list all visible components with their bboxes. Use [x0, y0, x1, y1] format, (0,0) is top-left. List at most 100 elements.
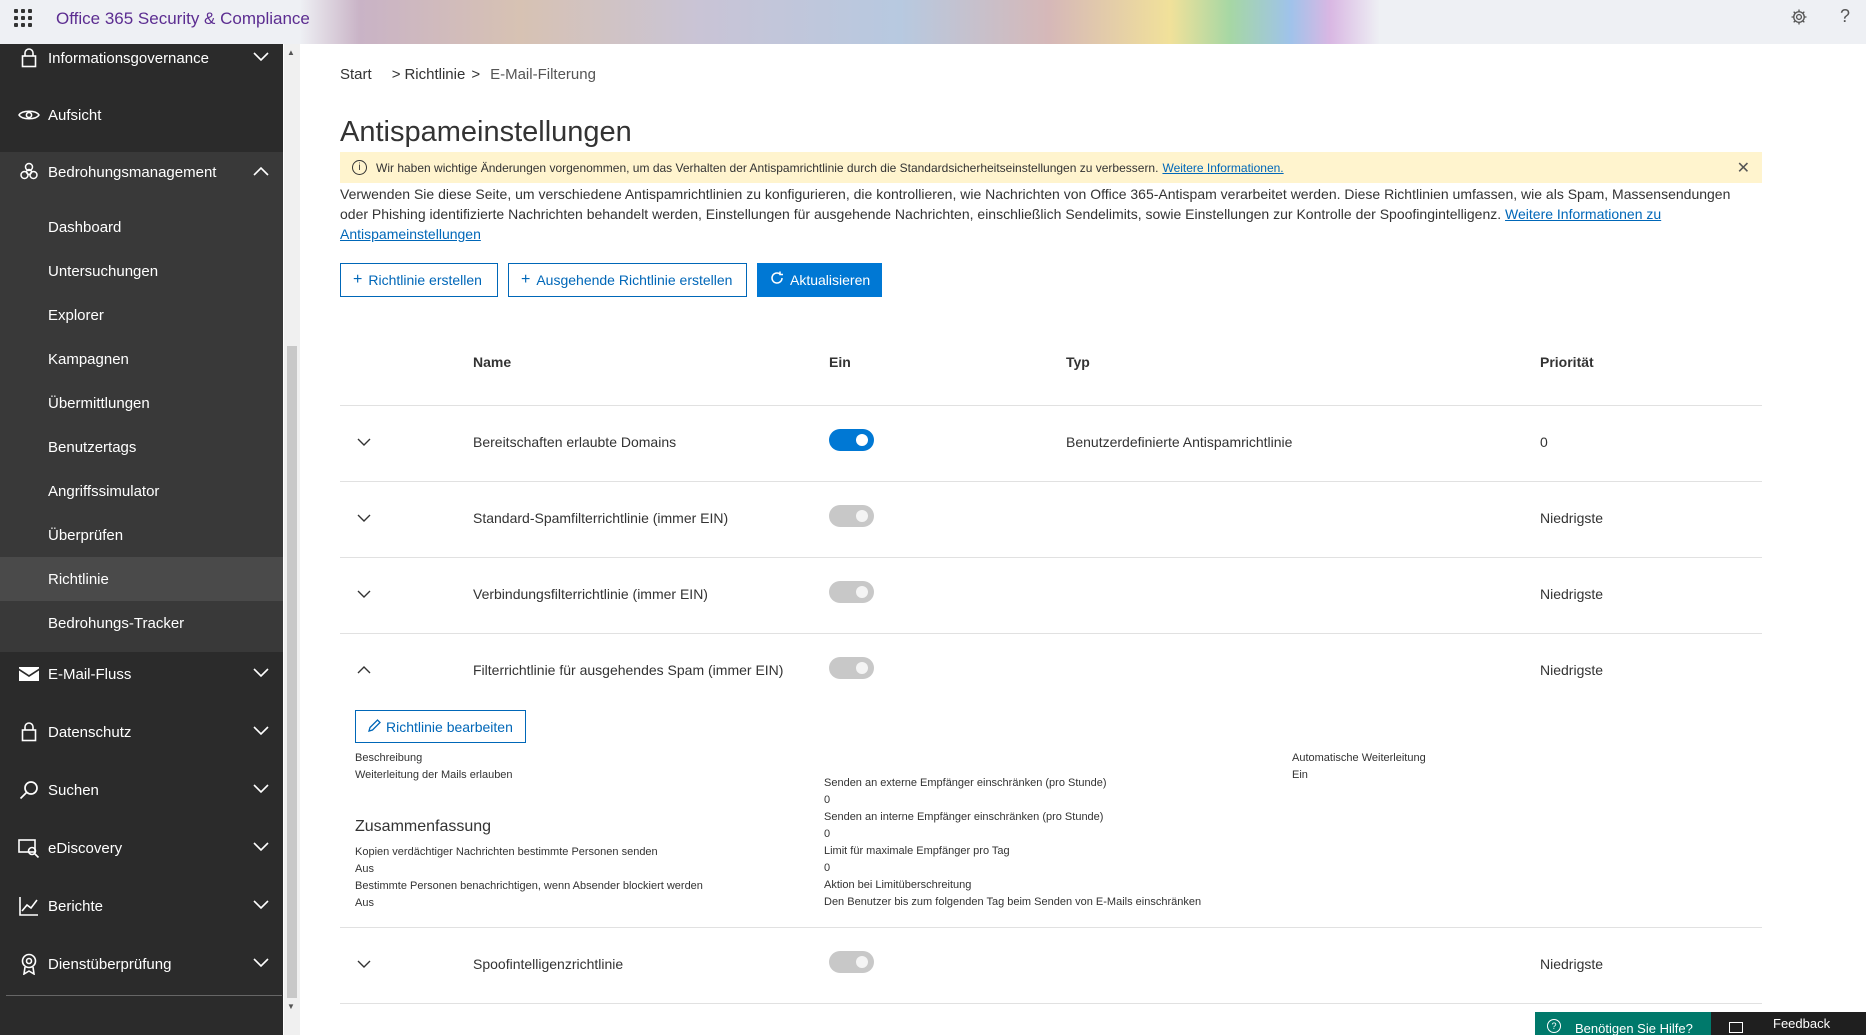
- table-row[interactable]: Standard-Spamfilterrichtlinie (immer EIN…: [340, 482, 1762, 558]
- column-header-on[interactable]: Ein: [829, 354, 851, 370]
- sidebar-item-data-privacy[interactable]: Datenschutz: [0, 704, 283, 760]
- chevron-down-icon[interactable]: [354, 954, 374, 974]
- scroll-thumb[interactable]: [287, 346, 297, 998]
- app-title[interactable]: Office 365 Security & Compliance: [56, 9, 310, 29]
- external-limit-value: 0: [824, 794, 831, 806]
- sidebar-item-campaigns[interactable]: Kampagnen: [0, 337, 283, 381]
- edit-policy-button[interactable]: Richtlinie bearbeiten: [355, 710, 526, 743]
- sidebar-item-threat-tracker[interactable]: Bedrohungs-Tracker: [0, 601, 283, 645]
- sidebar-item-review[interactable]: Überprüfen: [0, 513, 283, 557]
- description-value: Weiterleitung der Mails erlauben: [355, 769, 513, 781]
- sidebar: Informationsgovernance Aufsicht Bedrohun…: [0, 44, 283, 1035]
- policy-toggle[interactable]: [829, 951, 874, 973]
- sidebar-item-user-tags[interactable]: Benutzertags: [0, 425, 283, 469]
- copy-value: Aus: [355, 863, 374, 875]
- internal-limit-label: Senden an interne Empfänger einschränken…: [824, 811, 1104, 823]
- chevron-down-icon[interactable]: [354, 584, 374, 604]
- scroll-up-icon[interactable]: ▲: [287, 48, 295, 57]
- action-label: Aktion bei Limitüberschreitung: [824, 879, 972, 891]
- chevron-down-icon: [253, 665, 269, 682]
- table-header: Name Ein Typ Priorität: [340, 346, 1762, 406]
- sidebar-item-service-assurance[interactable]: Dienstüberprüfung: [0, 936, 283, 992]
- scroll-down-icon[interactable]: ▼: [287, 1002, 295, 1011]
- lock-icon: [18, 47, 40, 69]
- chevron-down-icon: [253, 955, 269, 972]
- page-title: Antispameinstellungen: [340, 116, 632, 148]
- chevron-down-icon[interactable]: [354, 508, 374, 528]
- policy-priority: 0: [1540, 434, 1548, 450]
- feedback-icon: [1729, 1022, 1743, 1033]
- question-icon: ?: [1547, 1019, 1561, 1033]
- gear-icon[interactable]: [1790, 8, 1808, 32]
- sidebar-item-reports[interactable]: Berichte: [0, 878, 283, 934]
- app-launcher-icon[interactable]: [14, 9, 32, 27]
- sidebar-item-attack-simulator[interactable]: Angriffssimulator: [0, 469, 283, 513]
- chevron-up-icon[interactable]: [354, 660, 374, 680]
- notify-label: Bestimmte Personen benachrichtigen, wenn…: [355, 880, 703, 892]
- sidebar-item-dashboard[interactable]: Dashboard: [0, 205, 283, 249]
- external-limit-label: Senden an externe Empfänger einschränken…: [824, 777, 1107, 789]
- mail-icon: [18, 663, 40, 685]
- close-icon[interactable]: ✕: [1737, 158, 1750, 178]
- policy-priority: Niedrigste: [1540, 586, 1604, 602]
- table-row[interactable]: Bereitschaften erlaubte Domains Benutzer…: [340, 406, 1762, 482]
- policy-toggle[interactable]: [829, 657, 874, 679]
- banner-text: Wir haben wichtige Änderungen vorgenomme…: [376, 160, 1159, 175]
- pencil-icon: [368, 718, 381, 735]
- breadcrumb-separator: >: [391, 66, 401, 83]
- policy-name: Spoofintelligenzrichtlinie: [473, 956, 624, 972]
- feedback-button[interactable]: Feedback: [1711, 1012, 1866, 1035]
- breadcrumb-policy[interactable]: Richtlinie: [404, 66, 465, 83]
- row-divider: [340, 1003, 1762, 1004]
- notify-value: Aus: [355, 897, 374, 909]
- sidebar-item-mail-flow[interactable]: E-Mail-Fluss: [0, 646, 283, 702]
- chevron-down-icon: [253, 781, 269, 798]
- chevron-down-icon: [253, 49, 269, 66]
- chevron-down-icon[interactable]: [354, 432, 374, 452]
- refresh-button[interactable]: Aktualisieren: [757, 263, 882, 297]
- policy-priority: Niedrigste: [1540, 956, 1604, 972]
- sidebar-item-supervision[interactable]: Aufsicht: [0, 87, 283, 143]
- sidebar-scrollbar[interactable]: ▲ ▼: [284, 44, 300, 1035]
- sidebar-item-information-governance[interactable]: Informationsgovernance: [0, 44, 283, 86]
- ribbon-icon: [18, 953, 40, 975]
- table-row[interactable]: Verbindungsfilterrichtlinie (immer EIN) …: [340, 558, 1762, 634]
- column-header-name[interactable]: Name: [473, 354, 511, 370]
- ediscovery-icon: [18, 837, 40, 859]
- banner-link[interactable]: Weitere Informationen.: [1162, 161, 1283, 175]
- help-icon[interactable]: ?: [1840, 6, 1850, 27]
- policy-toggle[interactable]: [829, 581, 874, 603]
- column-header-priority[interactable]: Priorität: [1540, 354, 1594, 370]
- plus-icon: +: [521, 271, 531, 288]
- create-policy-button[interactable]: + Richtlinie erstellen: [340, 263, 498, 297]
- internal-limit-value: 0: [824, 828, 831, 840]
- policy-name: Standard-Spamfilterrichtlinie (immer EIN…: [473, 510, 729, 526]
- breadcrumb: Start > Richtlinie > E-Mail-Filterung: [340, 66, 596, 83]
- chart-icon: [18, 895, 40, 917]
- create-outbound-policy-button[interactable]: + Ausgehende Richtlinie erstellen: [508, 263, 747, 297]
- table-row-expanded[interactable]: Filterrichtlinie für ausgehendes Spam (i…: [340, 634, 1762, 710]
- chevron-down-icon: [253, 897, 269, 914]
- breadcrumb-start[interactable]: Start: [340, 66, 372, 83]
- plus-icon: +: [353, 271, 363, 288]
- sidebar-item-submissions[interactable]: Übermittlungen: [0, 381, 283, 425]
- page-description: Verwenden Sie diese Seite, um verschiede…: [340, 184, 1760, 244]
- table-row[interactable]: Spoofintelligenzrichtlinie Niedrigste: [340, 928, 1762, 1004]
- sidebar-item-policy[interactable]: Richtlinie: [0, 557, 283, 601]
- sidebar-item-explorer[interactable]: Explorer: [0, 293, 283, 337]
- sidebar-item-search[interactable]: Suchen: [0, 762, 283, 818]
- sidebar-item-ediscovery[interactable]: eDiscovery: [0, 820, 283, 876]
- breadcrumb-separator: >: [471, 66, 481, 83]
- sidebar-item-threat-management[interactable]: Bedrohungsmanagement: [0, 144, 283, 200]
- chevron-up-icon: [253, 163, 269, 180]
- policy-toggle[interactable]: [829, 429, 874, 451]
- breadcrumb-current: E-Mail-Filterung: [490, 66, 596, 83]
- column-header-type[interactable]: Typ: [1066, 354, 1090, 370]
- top-bar: Office 365 Security & Compliance ?: [0, 0, 1866, 44]
- policy-name: Bereitschaften erlaubte Domains: [473, 434, 677, 450]
- policy-toggle[interactable]: [829, 505, 874, 527]
- refresh-icon: [770, 271, 784, 290]
- auto-forward-label: Automatische Weiterleitung: [1292, 752, 1426, 764]
- help-button[interactable]: ? Benötigen Sie Hilfe?: [1535, 1012, 1711, 1035]
- sidebar-item-investigations[interactable]: Untersuchungen: [0, 249, 283, 293]
